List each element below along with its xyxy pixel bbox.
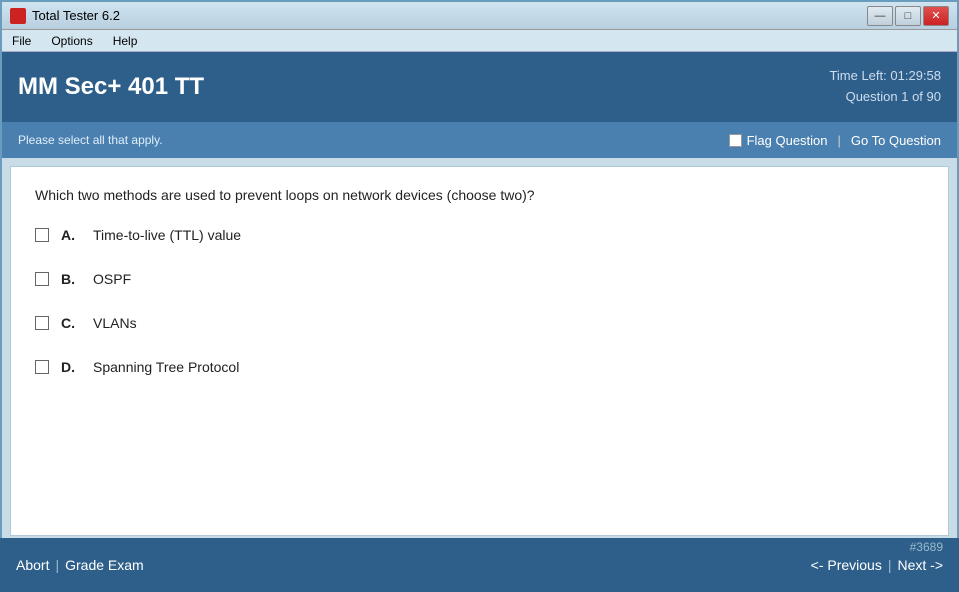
app-title: Total Tester 6.2 — [32, 8, 120, 23]
exam-title: MM Sec+ 401 TT — [18, 73, 204, 101]
time-left-label: Time Left: — [829, 68, 886, 83]
footer-left: Abort | Grade Exam — [16, 557, 144, 573]
checkbox-a[interactable] — [35, 228, 49, 242]
instruction-bar: Please select all that apply. Flag Quest… — [2, 122, 957, 158]
answer-label-b: B. — [61, 271, 81, 287]
title-bar: Total Tester 6.2 — □ ✕ — [2, 2, 957, 30]
previous-button[interactable]: <- Previous — [811, 557, 882, 573]
window-controls: — □ ✕ — [867, 6, 949, 26]
time-left-value: 01:29:58 — [890, 68, 941, 83]
abort-button[interactable]: Abort — [16, 557, 49, 573]
header-band: MM Sec+ 401 TT Time Left: 01:29:58 Quest… — [2, 52, 957, 122]
answer-option-c: C. VLANs — [35, 315, 924, 331]
time-left: Time Left: 01:29:58 — [829, 66, 941, 87]
answer-text-a: Time-to-live (TTL) value — [93, 227, 241, 243]
answer-option-d: D. Spanning Tree Protocol — [35, 359, 924, 375]
grade-exam-button[interactable]: Grade Exam — [65, 557, 144, 573]
answer-text-b: OSPF — [93, 271, 131, 287]
menu-file[interactable]: File — [8, 32, 35, 50]
answer-text-c: VLANs — [93, 315, 137, 331]
question-area: Which two methods are used to prevent lo… — [10, 166, 949, 536]
answer-label-a: A. — [61, 227, 81, 243]
maximize-button[interactable]: □ — [895, 6, 921, 26]
minimize-button[interactable]: — — [867, 6, 893, 26]
flag-question-control[interactable]: Flag Question — [729, 133, 828, 148]
goto-question-button[interactable]: Go To Question — [851, 133, 941, 148]
menu-help[interactable]: Help — [109, 32, 142, 50]
answer-option-a: A. Time-to-live (TTL) value — [35, 227, 924, 243]
question-info: Question 1 of 90 — [829, 87, 941, 108]
checkbox-b[interactable] — [35, 272, 49, 286]
footer-right: <- Previous | Next -> — [811, 557, 943, 573]
close-button[interactable]: ✕ — [923, 6, 949, 26]
answer-label-d: D. — [61, 359, 81, 375]
answer-label-c: C. — [61, 315, 81, 331]
footer: #3689 Abort | Grade Exam <- Previous | N… — [0, 538, 959, 592]
instruction-text: Please select all that apply. — [18, 133, 163, 147]
app-icon — [10, 8, 26, 24]
answer-text-d: Spanning Tree Protocol — [93, 359, 239, 375]
instruction-actions: Flag Question | Go To Question — [729, 133, 941, 148]
footer-right-separator: | — [888, 557, 892, 573]
checkbox-c[interactable] — [35, 316, 49, 330]
question-id: #3689 — [910, 540, 943, 554]
checkbox-d[interactable] — [35, 360, 49, 374]
menu-options[interactable]: Options — [47, 32, 96, 50]
header-meta: Time Left: 01:29:58 Question 1 of 90 — [829, 66, 941, 108]
instruction-separator: | — [838, 133, 841, 148]
footer-left-separator: | — [55, 557, 59, 573]
flag-question-label: Flag Question — [747, 133, 828, 148]
next-button[interactable]: Next -> — [897, 557, 943, 573]
answer-option-b: B. OSPF — [35, 271, 924, 287]
flag-checkbox[interactable] — [729, 134, 742, 147]
title-bar-left: Total Tester 6.2 — [10, 8, 120, 24]
question-text: Which two methods are used to prevent lo… — [35, 187, 924, 203]
menu-bar: File Options Help — [2, 30, 957, 52]
